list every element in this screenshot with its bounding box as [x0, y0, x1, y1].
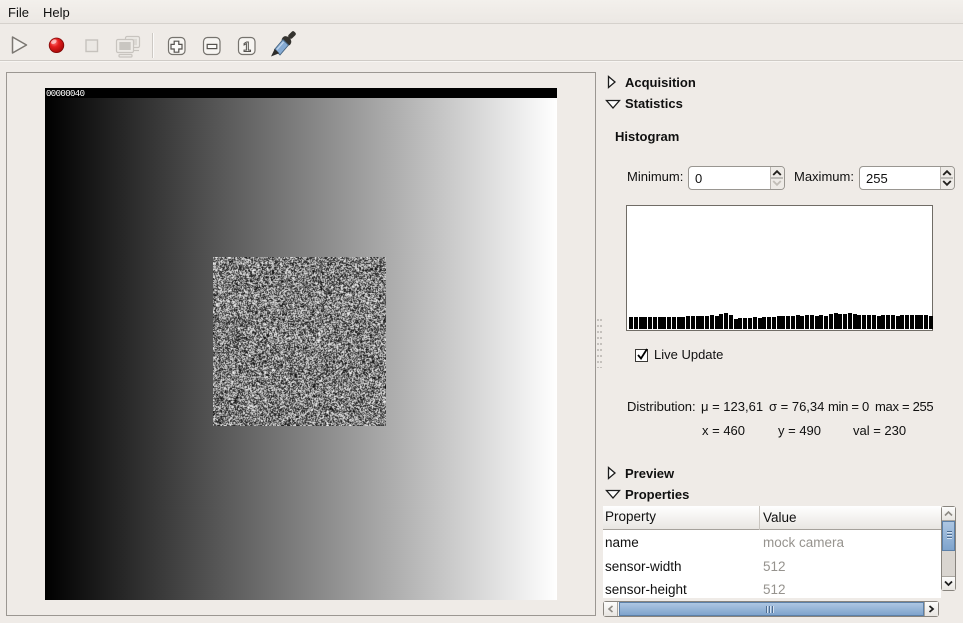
svg-text:1: 1 — [243, 39, 251, 55]
